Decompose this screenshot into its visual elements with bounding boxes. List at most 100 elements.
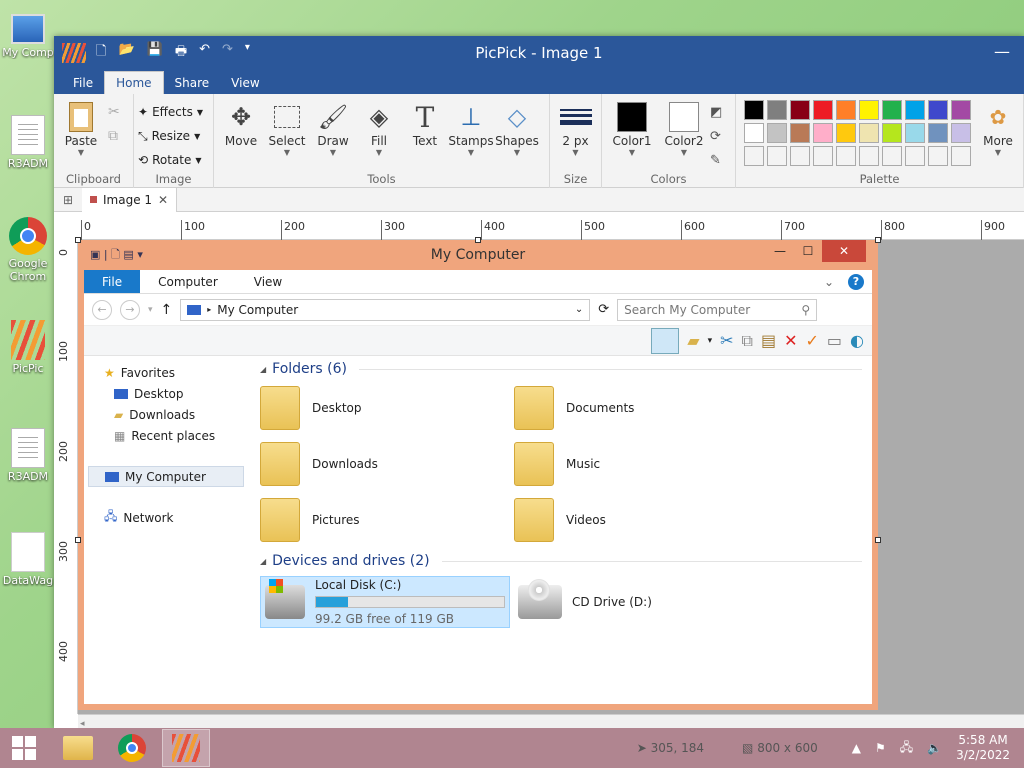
chevron-down-icon[interactable]: ▾ xyxy=(708,336,713,346)
captured-explorer-image[interactable]: ▣ | 🗋 ▤ ▾ My Computer — ☐ ✕ File Compute… xyxy=(78,240,878,710)
palette-swatch[interactable] xyxy=(951,123,971,143)
palette-swatch[interactable] xyxy=(836,100,856,120)
resize-handle[interactable] xyxy=(75,237,81,243)
nav-downloads[interactable]: ▰ Downloads xyxy=(84,404,244,425)
tab-home[interactable]: Home xyxy=(104,71,164,94)
up-icon[interactable]: ↑ xyxy=(161,302,173,318)
palette-swatch[interactable] xyxy=(859,146,879,166)
start-button[interactable] xyxy=(0,728,48,768)
drive-local-disk-c[interactable]: Local Disk (C:) 99.2 GB free of 119 GB xyxy=(260,576,510,628)
explorer-tab-computer[interactable]: Computer xyxy=(140,270,236,293)
palette-swatch[interactable] xyxy=(951,100,971,120)
save-icon[interactable]: 💾 xyxy=(147,42,163,64)
resize-handle[interactable] xyxy=(475,237,481,243)
swap-colors-icon[interactable]: ⟳ xyxy=(710,126,722,146)
taskbar-picpick[interactable] xyxy=(162,729,210,767)
back-icon[interactable]: ← xyxy=(92,299,112,320)
tab-file[interactable]: File xyxy=(62,72,104,94)
undo-icon[interactable]: ↶ xyxy=(199,42,210,64)
effects-button[interactable]: ✦ Effects ▼ xyxy=(138,102,203,122)
palette-swatch[interactable] xyxy=(836,146,856,166)
desktop-icon-google-chrome[interactable]: Google Chrom xyxy=(0,217,56,283)
chevron-down-icon[interactable]: ⌄ xyxy=(818,270,840,293)
palette-swatch[interactable] xyxy=(928,123,948,143)
resize-handle[interactable] xyxy=(75,537,81,543)
palette-swatch[interactable] xyxy=(813,146,833,166)
desktop-icon-r3adm-1[interactable]: R3ADM xyxy=(0,115,56,170)
palette-swatch[interactable] xyxy=(790,100,810,120)
customize-qat-icon[interactable]: ▾ xyxy=(245,42,250,64)
nav-desktop[interactable]: Desktop xyxy=(84,383,244,404)
minimize-button[interactable]: — xyxy=(994,42,1010,61)
preview-pane-icon[interactable] xyxy=(651,327,680,354)
tab-view[interactable]: View xyxy=(220,72,270,94)
color-picker-icon[interactable]: ✎ xyxy=(710,150,722,170)
palette-swatch[interactable] xyxy=(813,100,833,120)
rotate-button[interactable]: ⟲ Rotate ▼ xyxy=(138,150,203,170)
palette-swatch[interactable] xyxy=(905,146,925,166)
explorer-tab-view[interactable]: View xyxy=(236,270,300,293)
help-icon[interactable]: ? xyxy=(848,274,864,290)
resize-button[interactable]: ⤡ Resize ▼ xyxy=(138,126,203,146)
palette-swatch[interactable] xyxy=(951,146,971,166)
folders-section-header[interactable]: ◢ Folders (6) xyxy=(260,358,862,380)
palette-swatch[interactable] xyxy=(928,100,948,120)
desktop-icon-datawag[interactable]: DataWag xyxy=(0,532,56,587)
palette-swatch[interactable] xyxy=(767,100,787,120)
nav-network[interactable]: 🖧 Network xyxy=(84,507,244,528)
palette-swatch[interactable] xyxy=(928,146,948,166)
folder-pictures[interactable]: Pictures xyxy=(260,496,514,544)
folder-music[interactable]: Music xyxy=(514,440,768,488)
devices-section-header[interactable]: ◢ Devices and drives (2) xyxy=(260,550,862,572)
folder-documents[interactable]: Documents xyxy=(514,384,768,432)
clock[interactable]: 5:58 AM 3/2/2022 xyxy=(956,733,1010,763)
desktop-icon-my-computer[interactable]: My Comp xyxy=(0,12,56,59)
palette-swatch[interactable] xyxy=(905,123,925,143)
palette-swatch[interactable] xyxy=(744,100,764,120)
paste-icon[interactable]: ▤ xyxy=(761,331,776,350)
show-hidden-icons[interactable]: ▲ xyxy=(852,741,861,755)
palette-swatch[interactable] xyxy=(882,146,902,166)
network-icon[interactable]: 🖧 xyxy=(900,738,913,759)
palette-swatch[interactable] xyxy=(767,146,787,166)
explorer-tab-file[interactable]: File xyxy=(84,270,141,293)
search-input[interactable]: Search My Computer ⚲ xyxy=(617,298,818,321)
drive-cd-d[interactable]: CD Drive (D:) xyxy=(514,576,764,628)
explorer-close-button[interactable]: ✕ xyxy=(822,240,866,262)
tab-grid-icon[interactable]: ⊞ xyxy=(54,193,82,207)
taskbar-file-explorer[interactable] xyxy=(54,729,102,767)
open-icon[interactable]: 📂 xyxy=(118,42,134,64)
palette-swatch[interactable] xyxy=(859,100,879,120)
copy-icon[interactable]: ⧉ xyxy=(108,126,120,146)
print-icon[interactable]: 🖶 xyxy=(175,42,187,64)
folder-videos[interactable]: Videos xyxy=(514,496,768,544)
palette-swatch[interactable] xyxy=(859,123,879,143)
palette-swatch[interactable] xyxy=(790,123,810,143)
palette-swatch[interactable] xyxy=(744,123,764,143)
close-icon[interactable]: ✕ xyxy=(158,193,168,207)
resize-handle[interactable] xyxy=(875,537,881,543)
nav-recent-places[interactable]: ▦ Recent places xyxy=(84,425,244,446)
nav-my-computer[interactable]: My Computer xyxy=(88,466,244,487)
explorer-minimize-button[interactable]: — xyxy=(766,240,794,262)
globe-icon[interactable]: ◐ xyxy=(850,331,864,350)
taskbar-chrome[interactable] xyxy=(108,729,156,767)
forward-icon[interactable]: → xyxy=(120,299,140,320)
tab-share[interactable]: Share xyxy=(164,72,221,94)
new-icon[interactable]: 🗋 xyxy=(96,42,106,64)
palette-swatch[interactable] xyxy=(767,123,787,143)
nav-favorites[interactable]: ★ Favorites xyxy=(84,362,244,383)
rename-icon[interactable]: ▭ xyxy=(827,331,842,350)
palette-swatch[interactable] xyxy=(790,146,810,166)
cut-icon[interactable]: ✂ xyxy=(108,102,120,122)
horizontal-scrollbar[interactable]: ◂ xyxy=(78,714,1024,729)
checkmark-icon[interactable]: ✓ xyxy=(806,331,819,350)
canvas-area[interactable]: ▣ | 🗋 ▤ ▾ My Computer — ☐ ✕ File Compute… xyxy=(75,237,1024,714)
redo-icon[interactable]: ↷ xyxy=(222,42,233,64)
palette-swatch[interactable] xyxy=(744,146,764,166)
copy-icon[interactable]: ⧉ xyxy=(742,331,753,351)
refresh-icon[interactable]: ⟳ xyxy=(598,302,609,317)
palette-swatch[interactable] xyxy=(813,123,833,143)
resize-handle[interactable] xyxy=(875,237,881,243)
delete-icon[interactable]: ✕ xyxy=(784,331,797,350)
